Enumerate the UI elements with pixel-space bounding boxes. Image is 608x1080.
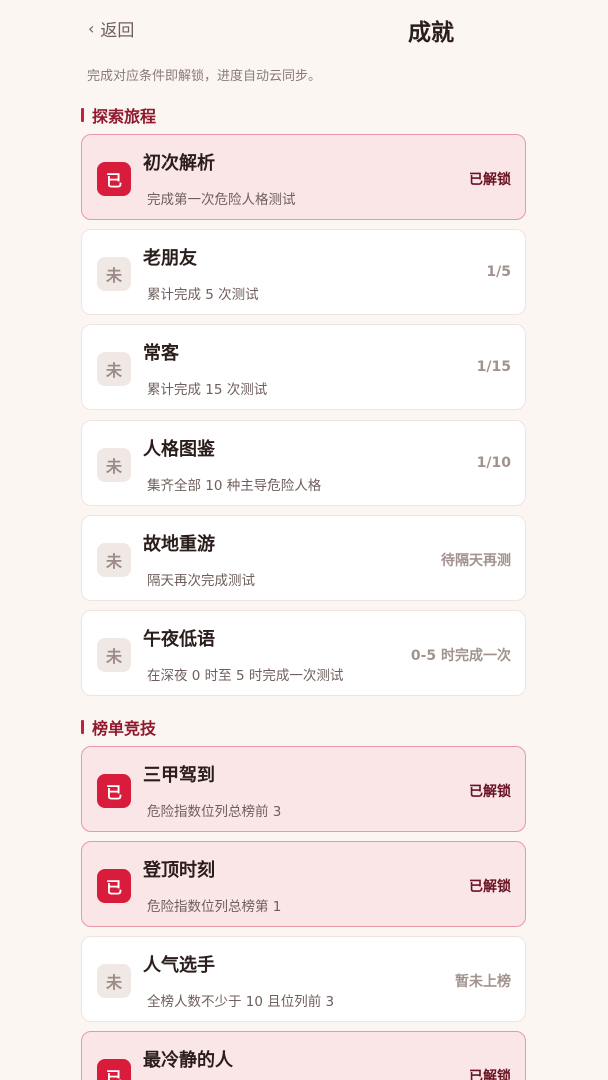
section-title-label: 榜单竞技	[92, 719, 157, 738]
achievement-name: 最冷静的人	[143, 1050, 233, 1071]
achievement-status: 已解锁	[469, 784, 511, 800]
achievement-status: 0-5 时完成一次	[410, 648, 511, 664]
achievement-card[interactable]: 未午夜低语在深夜 0 时至 5 时完成一次测试 0-5 时完成一次	[81, 610, 526, 696]
achievement-status: 1/5	[486, 264, 511, 280]
achievement-desc: 全榜人数不少于 10 且位列前 3	[147, 994, 335, 1010]
achievement-name: 常客	[143, 343, 179, 364]
achievement-name: 人格图鉴	[143, 439, 215, 460]
achievement-desc: 累计完成 15 次测试	[147, 382, 268, 398]
achievement-name: 午夜低语	[143, 629, 215, 650]
achievement-status: 暂未上榜	[455, 974, 511, 990]
achievement-desc: 在深夜 0 时至 5 时完成一次测试	[147, 668, 344, 684]
unlocked-badge-icon: 已	[97, 162, 131, 196]
unlocked-badge-icon: 已	[97, 774, 131, 808]
locked-badge-icon: 未	[97, 448, 131, 482]
header: ‹ 返回	[0, 0, 608, 56]
achievement-status: 待隔天再测	[441, 553, 511, 569]
locked-badge-icon: 未	[97, 638, 131, 672]
achievement-status: 1/15	[476, 359, 511, 375]
section-title-leaderboard: 榜单竞技	[81, 715, 156, 739]
achievement-card[interactable]: 未人气选手全榜人数不少于 10 且位列前 3 暂未上榜	[81, 936, 526, 1022]
achievement-name: 三甲驾到	[143, 765, 215, 786]
unlocked-badge-icon: 已	[97, 869, 131, 903]
achievement-desc: 危险指数位列总榜前 3	[147, 804, 282, 820]
achievement-status: 已解锁	[469, 879, 511, 895]
achievement-desc: 危险指数位列总榜第 1	[147, 899, 282, 915]
achievement-name: 登顶时刻	[143, 860, 215, 881]
achievement-card[interactable]: 未故地重游隔天再次完成测试 待隔天再测	[81, 515, 526, 601]
achievement-name: 故地重游	[143, 534, 215, 555]
achievement-card[interactable]: 已最冷静的人已解锁	[81, 1031, 526, 1080]
unlocked-badge-icon: 已	[97, 1059, 131, 1080]
locked-badge-icon: 未	[97, 352, 131, 386]
achievement-status: 已解锁	[469, 172, 511, 188]
achievement-name: 初次解析	[143, 153, 215, 174]
locked-badge-icon: 未	[97, 257, 131, 291]
achievement-card[interactable]: 未人格图鉴集齐全部 10 种主导危险人格 1/10	[81, 420, 526, 506]
locked-badge-icon: 未	[97, 543, 131, 577]
page-subtitle: 完成对应条件即解锁，进度自动云同步。	[87, 69, 322, 84]
achievement-status: 1/10	[476, 455, 511, 471]
page-title: 成就	[408, 20, 454, 46]
achievement-status: 已解锁	[469, 1069, 511, 1080]
achievement-name: 老朋友	[143, 248, 197, 269]
achievement-card[interactable]: 已登顶时刻危险指数位列总榜第 1 已解锁	[81, 841, 526, 927]
achievement-card[interactable]: 未常客累计完成 15 次测试 1/15	[81, 324, 526, 410]
back-label: 返回	[100, 21, 135, 41]
achievement-card[interactable]: 已三甲驾到危险指数位列总榜前 3 已解锁	[81, 746, 526, 832]
section-title-label: 探索旅程	[92, 107, 157, 126]
section-title-explore: 探索旅程	[81, 103, 156, 127]
section-bar	[81, 720, 84, 734]
achievement-desc: 隔天再次完成测试	[147, 573, 255, 589]
locked-badge-icon: 未	[97, 964, 131, 998]
chevron-left-icon: ‹	[88, 19, 95, 38]
achievement-card[interactable]: 已初次解析完成第一次危险人格测试 已解锁	[81, 134, 526, 220]
achievement-desc: 集齐全部 10 种主导危险人格	[147, 478, 322, 494]
achievements-page: ‹ 返回 成就 完成对应条件即解锁，进度自动云同步。 探索旅程 已初次解析 完成第…	[0, 0, 608, 1080]
achievement-desc: 累计完成 5 次测试	[147, 287, 259, 303]
back-button[interactable]: ‹ 返回	[88, 16, 134, 41]
achievement-card[interactable]: 未老朋友累计完成 5 次测试 1/5	[81, 229, 526, 315]
achievement-name: 人气选手	[143, 955, 215, 976]
achievement-desc: 完成第一次危险人格测试	[147, 192, 296, 208]
section-bar	[81, 108, 84, 122]
